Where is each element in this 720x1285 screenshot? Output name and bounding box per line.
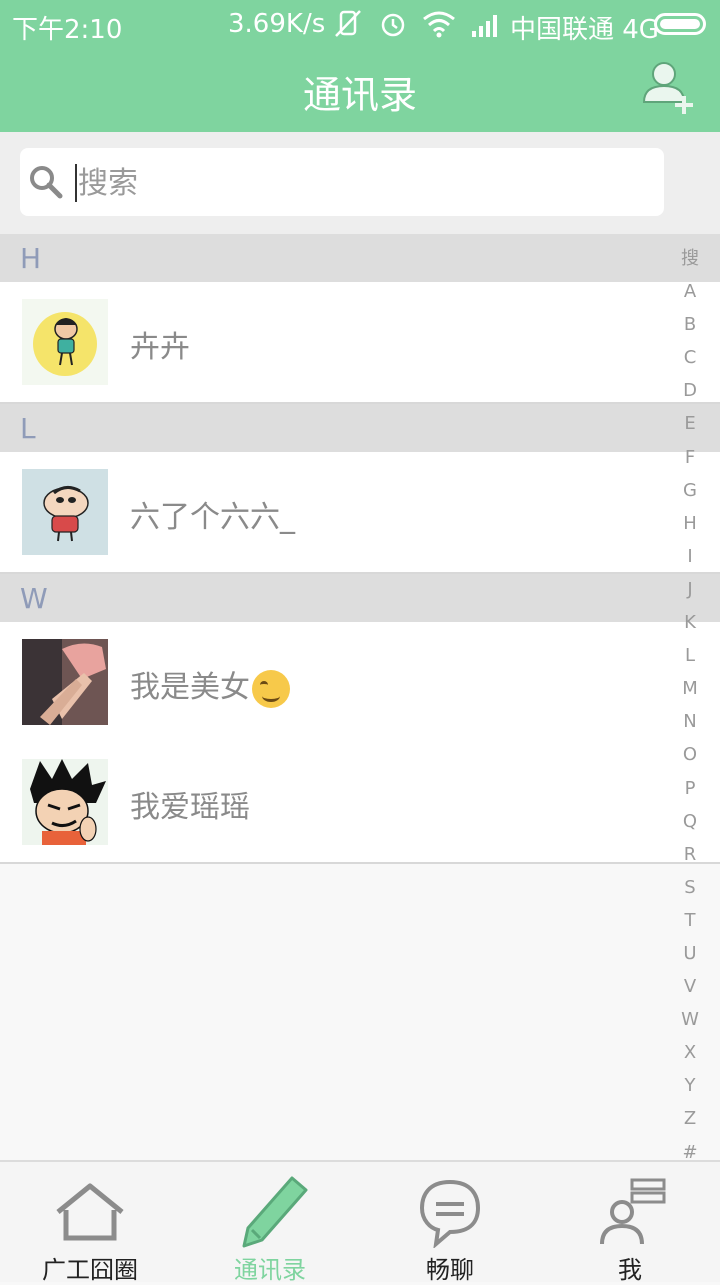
search-input[interactable] (76, 162, 640, 204)
section-header-h: H (0, 234, 720, 282)
chat-bubble-icon (419, 1179, 481, 1248)
contact-name: 卉卉 (130, 330, 190, 365)
signal-icon (472, 15, 497, 37)
alphabet-index[interactable]: 搜 A B C D E F G H I J K L M N O P Q R S T U V W X Y Z # (672, 242, 708, 1169)
index-letter[interactable]: H (683, 507, 697, 540)
bottom-tab-bar: 广工囧圈 通讯录 畅聊 我 (0, 1160, 720, 1284)
index-letter[interactable]: Z (684, 1102, 696, 1135)
contact-row[interactable]: 我爱瑶瑶 (0, 742, 720, 864)
smiling-face-emoji-icon (252, 669, 290, 708)
index-letter[interactable]: E (684, 407, 695, 440)
search-icon (30, 166, 63, 199)
index-letter[interactable]: V (684, 970, 696, 1003)
title-bar: 通讯录 (0, 50, 720, 132)
contact-name: 我爱瑶瑶 (130, 790, 250, 825)
index-letter[interactable]: X (684, 1036, 696, 1069)
tab-contacts[interactable]: 通讯录 (180, 1162, 360, 1284)
index-letter[interactable]: Q (683, 805, 697, 838)
index-letter[interactable]: U (683, 937, 696, 970)
index-letter[interactable]: G (683, 474, 697, 507)
avatar (22, 639, 108, 725)
contact-name-text: 我是美女 (130, 670, 250, 705)
alarm-icon (381, 13, 405, 37)
status-bar: 下午2:10 3.69K/s 中国联通 4G (0, 0, 720, 50)
index-letter[interactable]: Y (685, 1069, 696, 1102)
search-box[interactable] (20, 148, 664, 216)
mute-icon (335, 10, 361, 37)
status-time: 下午2:10 (12, 15, 123, 45)
contact-name: 我是美女 (130, 662, 290, 708)
home-icon (56, 1183, 124, 1241)
index-letter[interactable]: J (687, 573, 692, 606)
index-letter[interactable]: F (685, 441, 695, 474)
status-network-speed: 3.69K/s (228, 9, 326, 39)
contact-row[interactable]: 我是美女 (0, 622, 720, 744)
section-header-l: L (0, 404, 720, 452)
index-letter[interactable]: M (682, 672, 698, 705)
pencil-icon (242, 1176, 308, 1248)
add-user-icon[interactable] (640, 56, 700, 116)
index-letter[interactable]: S (684, 871, 695, 904)
index-letter[interactable]: B (684, 308, 696, 341)
status-icons (332, 8, 502, 40)
index-letter[interactable]: K (684, 606, 696, 639)
index-letter[interactable]: L (685, 639, 695, 672)
wifi-icon (423, 11, 455, 38)
index-letter[interactable]: I (687, 540, 692, 573)
index-letter[interactable]: A (684, 275, 696, 308)
contact-row[interactable]: 卉卉 (0, 282, 720, 404)
avatar (22, 299, 108, 385)
search-bar (0, 132, 720, 234)
tab-chat[interactable]: 畅聊 (360, 1162, 540, 1284)
avatar (22, 469, 108, 555)
status-carrier: 中国联通 4G (510, 15, 659, 45)
index-letter[interactable]: W (681, 1003, 699, 1036)
contact-name: 六了个六六_ (130, 500, 295, 535)
index-letter[interactable]: 搜 (681, 242, 699, 275)
contact-row[interactable]: 六了个六六_ (0, 452, 720, 574)
page-title: 通讯录 (302, 73, 417, 117)
index-letter[interactable]: N (683, 705, 696, 738)
index-letter[interactable]: O (683, 738, 697, 771)
index-letter[interactable]: C (684, 341, 697, 374)
tab-me[interactable]: 我 (540, 1162, 720, 1284)
index-letter[interactable]: T (685, 904, 696, 937)
battery-icon (654, 13, 706, 35)
avatar (22, 759, 108, 845)
index-letter[interactable]: D (683, 374, 697, 407)
section-header-w: W (0, 574, 720, 622)
index-letter[interactable]: P (685, 772, 696, 805)
tab-guanggong[interactable]: 广工囧圈 (0, 1162, 180, 1284)
index-letter[interactable]: R (684, 838, 697, 871)
profile-icon (600, 1178, 666, 1245)
